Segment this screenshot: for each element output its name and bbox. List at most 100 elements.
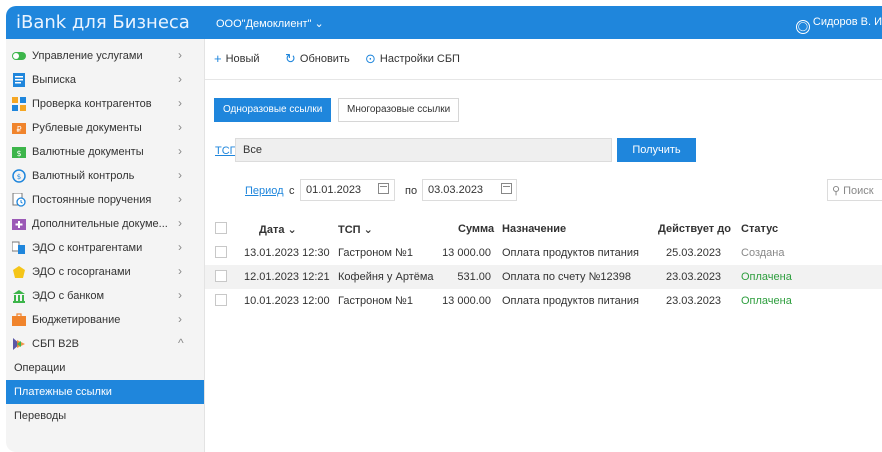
chevron-right-icon: ›: [178, 168, 182, 182]
chevron-right-icon: ›: [178, 96, 182, 110]
sidebar-item-sbp-b2b[interactable]: СБП B2B ^: [6, 332, 204, 356]
sidebar-item-statement[interactable]: Выписка ›: [6, 68, 204, 92]
date-from-value: 01.01.2023: [306, 184, 362, 196]
period-to-prefix: по: [405, 185, 418, 197]
status-badge: Оплачена: [741, 295, 792, 307]
refresh-button-label: Обновить: [299, 53, 350, 65]
bank-icon: [13, 290, 25, 303]
sidebar-item-currency-docs[interactable]: $ Валютные документы ›: [6, 140, 204, 164]
budget-icon: [12, 313, 26, 326]
currency-control-icon: $: [12, 169, 26, 183]
sbp-settings-label: Настройки СБП: [379, 53, 460, 65]
sbp-settings-button[interactable]: ⊙ Настройки СБП: [365, 51, 460, 67]
column-purpose: Назначение: [502, 223, 567, 235]
sidebar-item-label: Проверка контрагентов: [32, 98, 152, 110]
sidebar-item-label: Валютные документы: [32, 146, 144, 158]
refresh-button[interactable]: ↻ Обновить: [285, 51, 350, 67]
sidebar-item-budget[interactable]: Бюджетирование ›: [6, 308, 204, 332]
sidebar-item-label: ЭДО с банком: [32, 290, 105, 302]
cell-tsp: Кофейня у Артёма: [338, 271, 434, 283]
date-to-value: 03.03.2023: [428, 184, 484, 196]
chevron-right-icon: ›: [178, 312, 182, 326]
table-row[interactable]: 10.01.2023 12:00 Гастроном №1 13 000.00 …: [205, 289, 882, 313]
sidebar: Управление услугами › Выписка › Проверка…: [6, 39, 205, 452]
ruble-doc-icon: ₽: [12, 123, 26, 134]
cell-purpose: Оплата продуктов питания: [502, 295, 639, 307]
cell-tsp: Гастроном №1: [338, 247, 413, 259]
sidebar-subitem-payment-links[interactable]: Платежные ссылки: [6, 380, 204, 404]
cell-amount: 13 000.00: [442, 295, 491, 307]
edo-counterparty-icon: [12, 241, 25, 254]
chevron-right-icon: ›: [178, 192, 182, 206]
sidebar-item-recurring[interactable]: Постоянные поручения ›: [6, 188, 204, 212]
column-valid-until: Действует до: [658, 223, 731, 235]
settings-icon: ⊙: [365, 51, 376, 66]
sidebar-subitem-label: Платежные ссылки: [14, 386, 112, 398]
sidebar-item-label: Бюджетирование: [32, 314, 121, 326]
main-content: + Новый ↻ Обновить ⊙ Настройки СБП Одноразо…: [205, 39, 882, 452]
table-row[interactable]: 13.01.2023 12:30 Гастроном №1 13 000.00 …: [205, 241, 882, 265]
sbp-icon: [13, 338, 25, 350]
recurring-icon: [12, 193, 26, 207]
chevron-right-icon: ›: [178, 144, 182, 158]
status-badge: Создана: [741, 247, 785, 259]
period-filter: Период с 01.01.2023 по 03.03.2023 ⚲ Поис…: [205, 179, 882, 203]
new-button-label: Новый: [225, 53, 260, 65]
sidebar-item-edo-bank[interactable]: ЭДО с банком ›: [6, 284, 204, 308]
plus-icon: +: [214, 51, 222, 66]
period-link[interactable]: Период: [245, 185, 284, 197]
table-header: Дата ⌄ ТСП ⌄ Сумма Назначение Действует …: [205, 217, 882, 241]
row-checkbox[interactable]: [215, 270, 227, 282]
column-amount: Сумма: [458, 223, 495, 235]
cell-date: 12.01.2023 12:21: [244, 271, 330, 283]
sidebar-item-extra-docs[interactable]: Дополнительные докуме... ›: [6, 212, 204, 236]
sidebar-item-counterparty-check[interactable]: Проверка контрагентов ›: [6, 92, 204, 116]
user-name: Сидоров В. И: [812, 16, 882, 28]
select-all-checkbox[interactable]: [215, 222, 227, 234]
sidebar-subitem-label: Переводы: [14, 410, 67, 422]
sidebar-item-label: ЭДО с контрагентами: [32, 242, 143, 254]
tab-reusable-links[interactable]: Многоразовые ссылки: [338, 98, 460, 122]
column-date[interactable]: Дата ⌄: [259, 223, 297, 236]
svg-text:$: $: [16, 149, 21, 158]
sidebar-item-label: Валютный контроль: [32, 170, 135, 182]
cell-amount: 13 000.00: [442, 247, 491, 259]
search-icon: ⚲: [832, 185, 844, 197]
column-tsp[interactable]: ТСП ⌄: [338, 223, 373, 236]
chevron-right-icon: ›: [178, 48, 182, 62]
user-icon: ◯: [795, 20, 810, 34]
tab-one-time-links[interactable]: Одноразовые ссылки: [214, 98, 332, 122]
sidebar-item-edo-counterparties[interactable]: ЭДО с контрагентами ›: [6, 236, 204, 260]
calendar-icon[interactable]: [378, 183, 389, 194]
sidebar-item-label: Управление услугами: [32, 50, 143, 62]
search-input[interactable]: ⚲ Поиск: [827, 179, 882, 201]
svg-text:₽: ₽: [16, 125, 21, 134]
sidebar-item-edo-gov[interactable]: ЭДО с госорганами ›: [6, 260, 204, 284]
chevron-up-icon: ^: [178, 336, 184, 350]
user-menu[interactable]: ◯ Сидоров В. И: [795, 16, 882, 34]
cell-amount: 531.00: [457, 271, 491, 283]
row-checkbox[interactable]: [215, 294, 227, 306]
sidebar-subitem-transfers[interactable]: Переводы: [6, 404, 204, 428]
cell-valid-until: 23.03.2023: [666, 271, 722, 283]
sidebar-subitem-operations[interactable]: Операции: [6, 356, 204, 380]
sidebar-item-services[interactable]: Управление услугами ›: [6, 44, 204, 68]
tsp-select[interactable]: Все: [235, 138, 612, 162]
get-button[interactable]: Получить: [617, 138, 696, 162]
cell-date: 13.01.2023 12:30: [244, 247, 330, 259]
toolbar: + Новый ↻ Обновить ⊙ Настройки СБП: [205, 39, 882, 80]
cell-purpose: Оплата продуктов питания: [502, 247, 639, 259]
edo-gov-icon: [13, 266, 25, 278]
sidebar-item-ruble-docs[interactable]: ₽ Рублевые документы ›: [6, 116, 204, 140]
calendar-icon[interactable]: [501, 183, 512, 194]
cell-tsp: Гастроном №1: [338, 295, 413, 307]
search-placeholder: Поиск: [843, 185, 874, 197]
app-window: iBank для Бизнеса ООО"Демоклиент" ⌄ ◯ Сид…: [6, 6, 882, 452]
new-button[interactable]: + Новый: [214, 51, 260, 66]
organization-selector[interactable]: ООО"Демоклиент" ⌄: [216, 17, 324, 30]
table-row[interactable]: 12.01.2023 12:21 Кофейня у Артёма 531.00…: [205, 265, 882, 289]
app-brand: iBank для Бизнеса: [16, 12, 190, 33]
sidebar-item-currency-control[interactable]: $ Валютный контроль ›: [6, 164, 204, 188]
row-checkbox[interactable]: [215, 246, 227, 258]
chevron-right-icon: ›: [178, 216, 182, 230]
